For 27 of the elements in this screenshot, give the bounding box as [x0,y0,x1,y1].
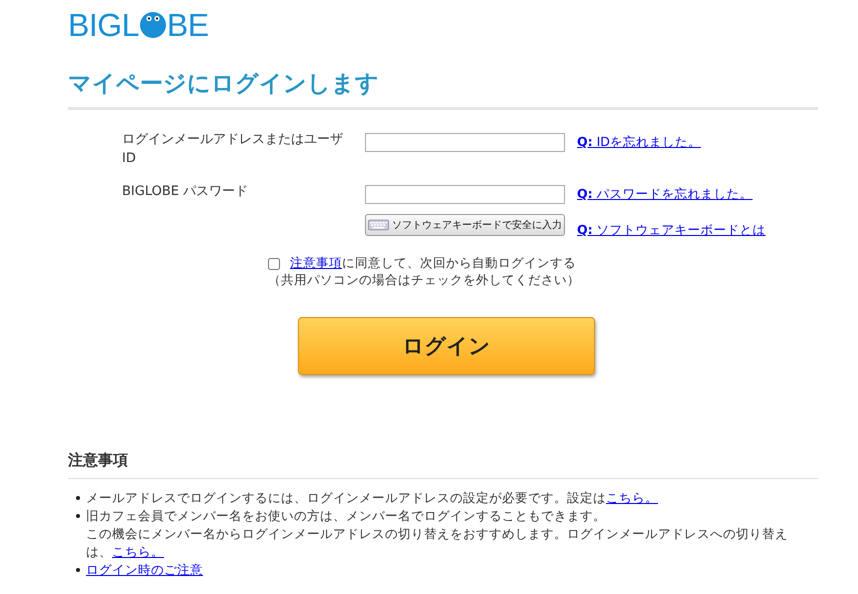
bullet-icon [76,514,80,518]
note-link[interactable]: こちら。 [112,544,164,559]
page-title: マイページにログインします [68,68,818,110]
notes-link[interactable]: 注意事項 [290,255,342,272]
help-link[interactable]: Q: パスワードを忘れました。 [577,186,753,203]
logo-text: BIGL [68,9,139,41]
help-link[interactable]: Q: ソフトウェアキーボードとは [577,222,766,239]
field-label: BIGLOBE パスワード [122,183,250,201]
globe-mascot-icon [140,12,166,38]
login-button[interactable]: ログイン [298,317,595,375]
field-label: ログインメールアドレスまたはユーザID [122,131,344,168]
note-link[interactable]: ログイン時のご注意 [86,562,203,577]
input-field[interactable] [365,185,565,204]
note-text: メールアドレスでログインするには、ログインメールアドレスの設定が必要です。設定は こちら。 [86,489,659,507]
logo-text: BE [166,9,209,41]
input-field[interactable] [365,133,565,152]
bullet-icon [76,568,80,572]
software-keyboard-button[interactable]: ソフトウェアキーボードで安全に入力 [365,214,565,236]
note-text: 旧カフェ会員でメンバー名をお使いの方は、メンバー名でログインすることもできます。 この機会にメンバー名からログインメールアドレスの切り替えをおすすめします。ログインメールアドレスへの切り替えは、こちら。 [86,507,789,561]
bullet-icon [76,496,80,500]
help-link[interactable]: Q: IDを忘れました。 [577,134,701,151]
keyboard-icon [368,218,389,232]
auto-login-label: に同意して、次回から自動ログインする [342,255,576,272]
auto-login-checkbox[interactable] [268,258,280,270]
note-link[interactable]: こちら。 [606,490,658,505]
notes-heading: 注意事項 [68,451,818,479]
auto-login-note: （共用パソコンの場合はチェックを外してください） [268,272,580,289]
